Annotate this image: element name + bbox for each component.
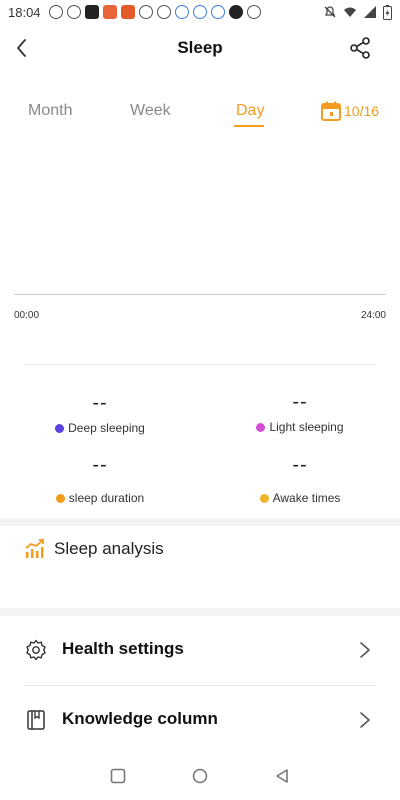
stat-label: Awake times <box>272 491 341 505</box>
chart-baseline <box>14 294 386 295</box>
tab-week[interactable]: Week <box>130 102 171 120</box>
recent-apps-button[interactable] <box>110 768 126 784</box>
stat-value: -- <box>92 454 108 476</box>
wifi-icon <box>344 7 356 17</box>
deep-sleep-color-dot <box>55 423 65 433</box>
notification-app-icon <box>210 5 225 19</box>
chart-start-time: 00:00 <box>14 310 40 321</box>
tab-month[interactable]: Month <box>28 102 72 120</box>
stat-value: -- <box>292 391 308 413</box>
active-tab-underline <box>234 125 264 127</box>
stat-label-row: Deep sleeping <box>10 421 190 435</box>
sleep-chart: 00:00 24:00 <box>14 140 386 330</box>
notification-icons <box>48 5 261 19</box>
app-header: Sleep <box>0 28 400 68</box>
divider <box>24 364 376 365</box>
tiktok-icon <box>228 5 243 19</box>
notification-app-icon <box>120 5 135 19</box>
sleep-analysis-header: Sleep analysis <box>24 538 164 560</box>
light-sleep-color-dot <box>256 422 266 432</box>
knowledge-column-row[interactable]: Knowledge column <box>0 690 400 750</box>
stat-label: Deep sleeping <box>68 421 145 435</box>
sleep-duration-color-dot <box>55 493 65 503</box>
stat-deep-sleeping: -- Deep sleeping <box>10 392 190 435</box>
stat-label: Light sleeping <box>269 420 344 434</box>
gear-icon <box>26 639 46 661</box>
stat-label: sleep duration <box>68 491 145 505</box>
notification-app-icon <box>138 5 153 19</box>
stat-label-row: Light sleeping <box>210 420 390 434</box>
stat-value: -- <box>292 454 308 476</box>
share-icon[interactable] <box>348 36 372 60</box>
chart-end-time: 24:00 <box>360 310 386 321</box>
status-time: 18:04 <box>8 4 41 20</box>
health-settings-label: Health settings <box>62 639 184 658</box>
date-label: 10/16 <box>344 103 380 119</box>
stat-light-sleeping: -- Light sleeping <box>210 391 390 434</box>
status-bar: 18:04 <box>0 0 400 24</box>
notification-app-icon <box>84 5 99 19</box>
stat-sleep-duration: -- sleep duration <box>10 454 190 505</box>
home-button[interactable] <box>192 768 208 784</box>
tab-day[interactable]: Day <box>236 102 264 120</box>
stat-awake-times: -- Awake times <box>210 454 390 505</box>
page-title: Sleep <box>177 38 223 57</box>
stat-value: -- <box>92 392 108 414</box>
back-button[interactable] <box>274 768 290 784</box>
sleep-analysis-title: Sleep analysis <box>54 539 164 558</box>
period-tabs: Month Week Day 10/16 <box>0 96 400 132</box>
notification-app-icon <box>192 5 207 19</box>
chevron-right-icon <box>360 642 370 658</box>
signal-icon <box>364 6 376 18</box>
book-icon <box>27 710 45 730</box>
notification-app-icon <box>246 5 261 19</box>
analysis-chart-icon <box>25 539 44 558</box>
health-settings-row[interactable]: Health settings <box>0 620 400 680</box>
instagram-icon <box>156 5 171 19</box>
section-separator <box>0 518 400 526</box>
stat-label-row: Awake times <box>210 491 390 505</box>
notification-app-icon <box>48 5 63 19</box>
notification-app-icon <box>66 5 81 19</box>
stat-label-row: sleep duration <box>10 491 190 505</box>
calendar-icon <box>321 101 341 121</box>
knowledge-column-label: Knowledge column <box>62 709 218 728</box>
notification-app-icon <box>102 5 117 19</box>
system-icons <box>323 4 392 20</box>
notification-app-icon <box>174 5 189 19</box>
battery-icon <box>383 4 392 20</box>
mute-icon <box>324 6 336 18</box>
awake-times-color-dot <box>259 493 269 503</box>
chevron-right-icon <box>360 712 370 728</box>
section-separator <box>0 608 400 616</box>
divider <box>24 685 376 686</box>
date-picker-button[interactable]: 10/16 <box>320 100 379 122</box>
system-navigation-bar <box>0 752 400 800</box>
